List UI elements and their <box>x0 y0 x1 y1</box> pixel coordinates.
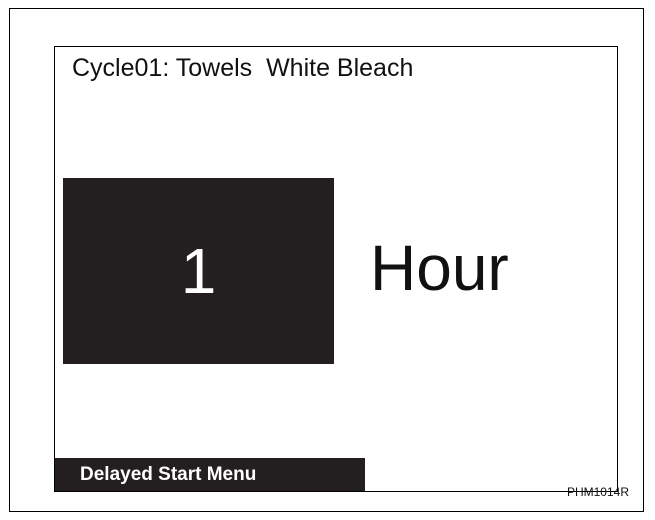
cycle-title: Cycle01: Towels White Bleach <box>72 54 414 82</box>
delayed-start-menu-tab[interactable]: Delayed Start Menu <box>55 458 365 491</box>
figure-code: PHM1014R <box>566 485 629 499</box>
control-display: Cycle01: Towels White Bleach 1 Hour Dela… <box>54 46 618 492</box>
delay-value: 1 <box>180 235 217 307</box>
delay-value-box[interactable]: 1 <box>63 178 334 364</box>
menu-label: Delayed Start Menu <box>80 463 257 485</box>
delay-unit: Hour <box>370 232 509 304</box>
figure-frame: Cycle01: Towels White Bleach 1 Hour Dela… <box>9 8 644 512</box>
